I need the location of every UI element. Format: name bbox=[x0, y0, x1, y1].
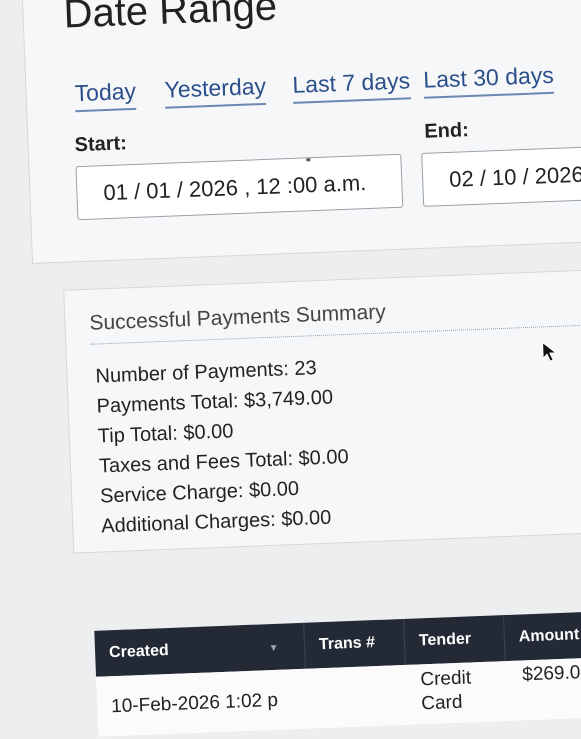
end-label: End: bbox=[423, 119, 470, 143]
date-range-panel: Date Range Today Yesterday Last 7 days L… bbox=[21, 0, 581, 264]
column-header-tender[interactable]: Tender bbox=[404, 615, 506, 665]
payments-summary-panel: Successful Payments Summary Number of Pa… bbox=[63, 268, 581, 554]
column-created-label: Created bbox=[108, 642, 170, 662]
column-header-amount[interactable]: Amount▼ bbox=[503, 609, 581, 662]
column-header-trans[interactable]: Trans # bbox=[304, 618, 406, 669]
cell-created: 10-Feb-2026 1:02 p bbox=[110, 689, 279, 718]
summary-service-charge: Service Charge: $0.00 bbox=[99, 477, 300, 508]
quick-range-today[interactable]: Today bbox=[74, 77, 137, 113]
summary-number-of-payments: Number of Payments: 23 bbox=[95, 357, 318, 388]
start-label: Start: bbox=[74, 132, 128, 157]
page-stage: Date Range Today Yesterday Last 7 days L… bbox=[0, 0, 581, 739]
sort-icon[interactable]: ▼ bbox=[268, 643, 278, 654]
start-datetime-input[interactable]: 01 / 01 / 2026 , 12 :00 a.m. bbox=[75, 153, 404, 221]
quick-range-yesterday[interactable]: Yesterday bbox=[164, 72, 267, 109]
page-title: Date Range bbox=[62, 0, 278, 37]
screen-speck bbox=[306, 158, 311, 162]
summary-additional-charges: Additional Charges: $0.00 bbox=[100, 506, 332, 538]
summary-title: Successful Payments Summary bbox=[89, 300, 387, 335]
summary-payments-total: Payments Total: $3,749.00 bbox=[96, 386, 334, 418]
cell-amount: $269.00 bbox=[521, 661, 581, 686]
summary-taxes-fees-total: Taxes and Fees Total: $0.00 bbox=[98, 445, 350, 478]
quick-range-last-7-days[interactable]: Last 7 days bbox=[291, 67, 411, 104]
column-amount-label: Amount bbox=[518, 626, 580, 646]
quick-range-last-30-days[interactable]: Last 30 days bbox=[422, 61, 555, 99]
column-header-created[interactable]: Created ▼ bbox=[94, 622, 306, 677]
cell-tender: Credit Card bbox=[420, 667, 472, 715]
end-datetime-input[interactable]: 02 / 10 / 2026 , bbox=[421, 144, 581, 207]
summary-tip-total: Tip Total: $0.00 bbox=[97, 420, 234, 448]
